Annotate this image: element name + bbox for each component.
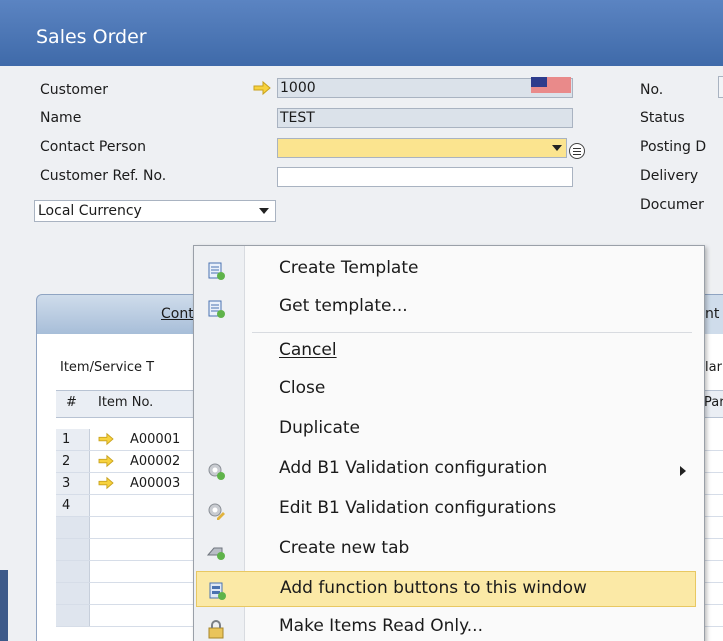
posting-date-label: Posting D <box>640 139 707 155</box>
window-title: Sales Order <box>36 26 147 48</box>
contact-person-field[interactable] <box>277 138 567 158</box>
flag-icon <box>531 77 571 93</box>
item-no: A00002 <box>130 454 181 469</box>
menu-item-add-validation[interactable]: Add B1 Validation configuration <box>194 452 700 488</box>
customer-label: Customer <box>40 82 109 98</box>
gear-add-icon <box>208 463 225 480</box>
customer-ref-field[interactable] <box>277 167 573 187</box>
currency-select[interactable]: Local Currency <box>34 200 276 222</box>
item-no: A00003 <box>130 476 181 491</box>
item-service-type-label: Item/Service T <box>60 360 155 375</box>
chevron-down-icon <box>552 145 562 151</box>
number-field[interactable] <box>718 76 723 98</box>
row-number <box>56 605 90 626</box>
row-number: 3 <box>56 473 90 494</box>
template-icon <box>208 300 225 318</box>
document-date-label: Documer <box>640 197 704 213</box>
template-icon <box>208 262 225 280</box>
row-number <box>56 561 90 582</box>
contact-person-label: Contact Person <box>40 139 146 155</box>
row-number <box>56 517 90 538</box>
grid-right-label: lar <box>705 360 722 375</box>
row-number: 1 <box>56 429 90 450</box>
menu-item-label: Create Template <box>279 258 419 278</box>
list-button-icon[interactable] <box>569 143 585 159</box>
menu-separator <box>252 332 692 333</box>
menu-item-label: Cancel <box>279 340 337 360</box>
tab-contents-label: Cont <box>161 306 194 322</box>
menu-item-label: Add B1 Validation configuration <box>279 458 548 478</box>
menu-item-cancel[interactable]: Cancel <box>194 334 700 370</box>
row-number <box>56 583 90 604</box>
menu-item-duplicate[interactable]: Duplicate <box>194 412 700 448</box>
context-menu: Create Template Get template... Cancel C… <box>193 245 705 641</box>
menu-item-edit-validation[interactable]: Edit B1 Validation configurations <box>194 492 700 528</box>
link-arrow-icon[interactable] <box>96 432 116 446</box>
name-field[interactable]: TEST <box>277 108 573 128</box>
customer-field[interactable]: 1000 <box>277 78 573 98</box>
menu-item-label: Get template... <box>279 296 408 316</box>
function-buttons-icon <box>209 582 226 600</box>
name-value: TEST <box>280 110 315 126</box>
menu-item-create-template[interactable]: Create Template <box>194 252 700 288</box>
link-arrow-icon[interactable] <box>96 454 116 468</box>
menu-item-label: Create new tab <box>279 538 410 558</box>
name-label: Name <box>40 110 82 126</box>
row-number: 4 <box>56 495 90 516</box>
customer-ref-label: Customer Ref. No. <box>40 168 167 184</box>
desktop-edge <box>0 570 8 641</box>
status-label: Status <box>640 110 685 126</box>
menu-item-label: Close <box>279 378 326 398</box>
menu-item-get-template[interactable]: Get template... <box>194 290 700 326</box>
chevron-down-icon <box>259 208 269 214</box>
menu-item-make-read-only[interactable]: Make Items Read Only... <box>194 610 700 641</box>
link-arrow-icon[interactable] <box>96 476 116 490</box>
col-hash: # <box>66 395 77 410</box>
sales-order-window: Sales Order Customer 1000 Name TEST Cont… <box>0 0 723 641</box>
menu-item-label: Duplicate <box>279 418 360 438</box>
gear-edit-icon <box>208 503 225 520</box>
col-right[interactable]: Par <box>704 395 723 410</box>
menu-item-label: Add function buttons to this window <box>280 578 587 598</box>
col-item-no[interactable]: Item No. <box>98 395 153 410</box>
delivery-date-label: Delivery <box>640 168 699 184</box>
chevron-right-icon <box>680 466 686 476</box>
row-number: 2 <box>56 451 90 472</box>
lock-icon <box>208 620 224 639</box>
tab-second-label: nt <box>705 306 720 322</box>
no-label: No. <box>640 82 664 98</box>
customer-value: 1000 <box>280 80 316 96</box>
title-bar: Sales Order <box>0 0 723 66</box>
menu-item-label: Make Items Read Only... <box>279 616 483 636</box>
menu-item-close[interactable]: Close <box>194 372 700 408</box>
menu-item-label: Edit B1 Validation configurations <box>279 498 557 518</box>
menu-item-add-function-buttons[interactable]: Add function buttons to this window <box>196 571 696 607</box>
menu-item-create-new-tab[interactable]: Create new tab <box>194 532 700 568</box>
row-number <box>56 539 90 560</box>
link-arrow-icon[interactable] <box>252 80 272 96</box>
currency-value: Local Currency <box>38 203 142 219</box>
item-no: A00001 <box>130 432 181 447</box>
new-tab-icon <box>206 547 225 560</box>
